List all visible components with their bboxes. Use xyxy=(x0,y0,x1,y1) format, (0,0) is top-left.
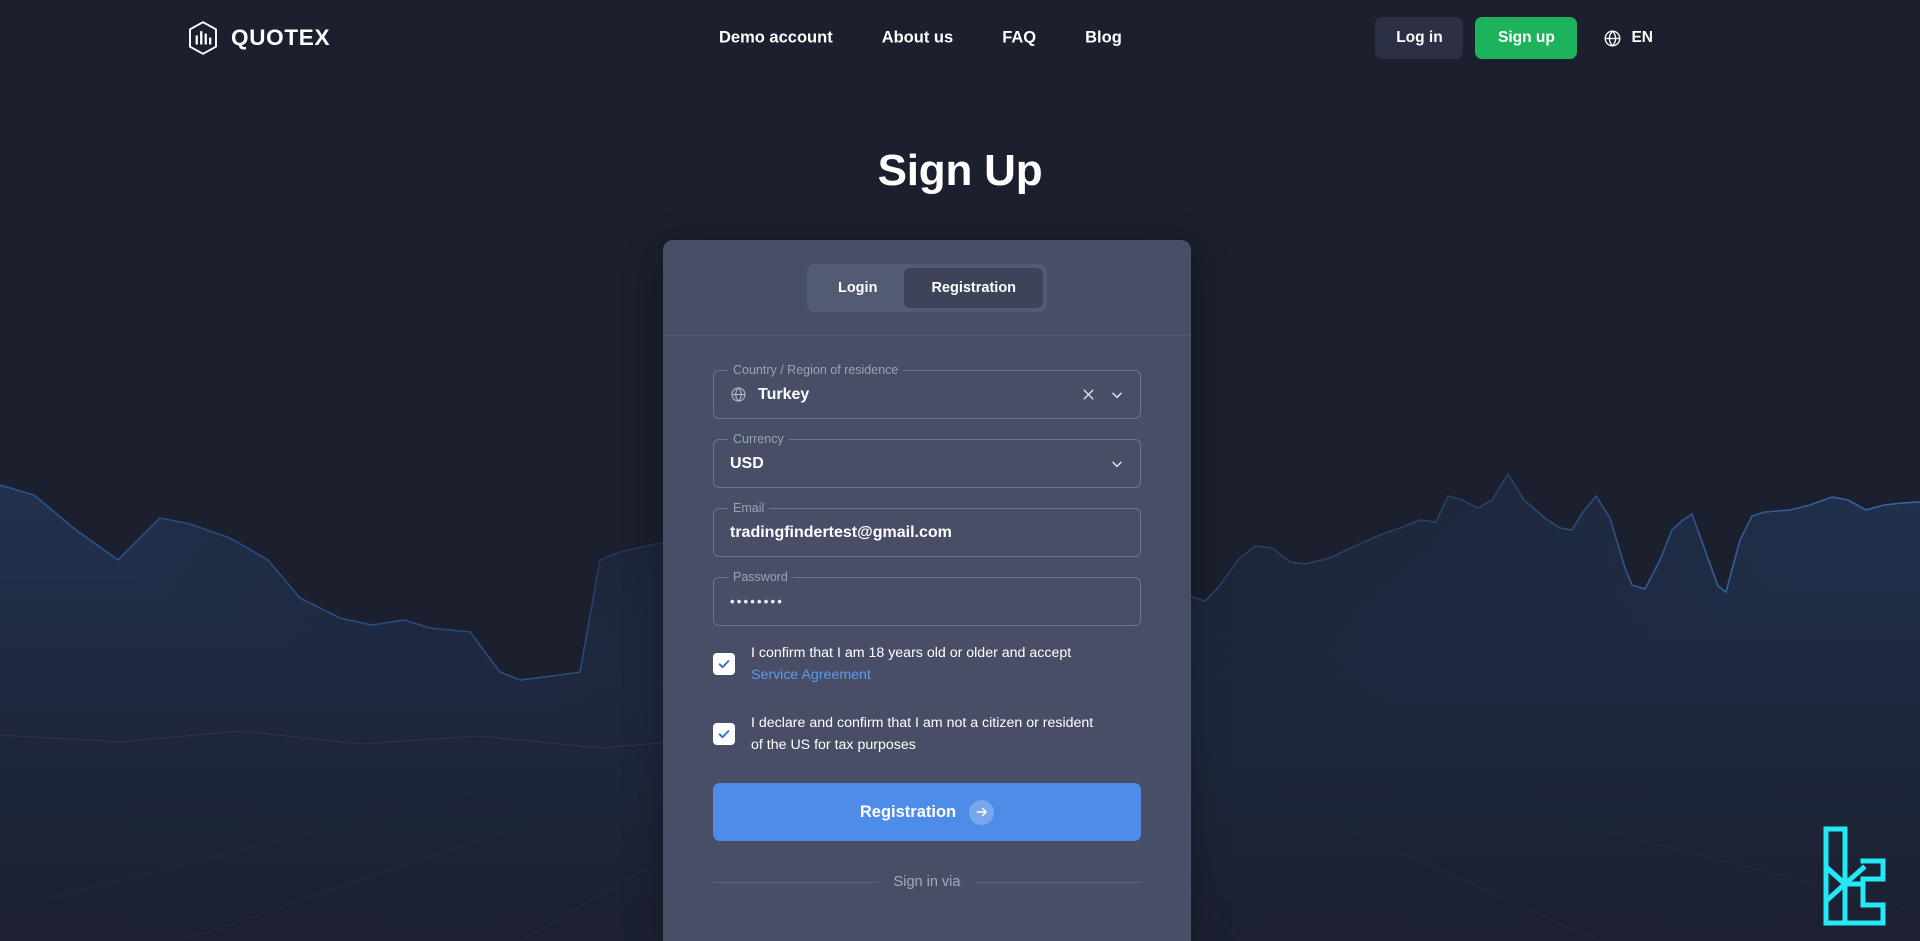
auth-actions: Log in Sign up EN xyxy=(1375,17,1653,59)
checkbox-us-citizen-declaration[interactable] xyxy=(713,723,735,745)
consent-us-citizen-label: I declare and confirm that I am not a ci… xyxy=(751,715,1094,753)
brand-logo[interactable]: QUOTEX xyxy=(188,21,330,55)
tab-login[interactable]: Login xyxy=(811,268,904,308)
tab-registration[interactable]: Registration xyxy=(904,267,1044,308)
registration-submit-button[interactable]: Registration xyxy=(713,783,1141,841)
divider-rule-left xyxy=(713,881,878,883)
service-agreement-link[interactable]: Service Agreement xyxy=(751,667,871,683)
divider-rule-right xyxy=(976,881,1141,883)
page-title: Sign Up xyxy=(877,146,1043,195)
auth-tabs-pill: Login Registration xyxy=(806,263,1048,312)
auth-tabs: Login Registration xyxy=(663,240,1191,336)
registration-form: Country / Region of residence Turkey Cur… xyxy=(663,336,1191,890)
close-icon[interactable] xyxy=(1081,387,1096,402)
quotex-hexagon-logo-icon xyxy=(188,21,218,55)
email-field[interactable]: Email tradingfindertest@gmail.com xyxy=(713,502,1141,557)
site-header: QUOTEX Demo account About us FAQ Blog Lo… xyxy=(0,0,1920,76)
brand-logo-text: QUOTEX xyxy=(231,25,331,50)
signup-page: QUOTEX Demo account About us FAQ Blog Lo… xyxy=(0,0,1920,941)
auth-card: Login Registration Country / Region of r… xyxy=(663,240,1191,941)
consent-row-us-citizen: I declare and confirm that I am not a ci… xyxy=(713,713,1141,756)
consent-age-text: I confirm that I am 18 years old or olde… xyxy=(751,645,1072,661)
nav-about-us[interactable]: About us xyxy=(882,29,954,48)
consent-age-label: I confirm that I am 18 years old or olde… xyxy=(751,643,1096,686)
language-code: EN xyxy=(1631,29,1653,46)
sign-up-button[interactable]: Sign up xyxy=(1475,17,1578,59)
country-field[interactable]: Country / Region of residence Turkey xyxy=(713,364,1141,419)
globe-icon xyxy=(730,386,747,403)
consent-row-age: I confirm that I am 18 years old or olde… xyxy=(713,643,1141,686)
arrow-right-icon xyxy=(969,799,995,825)
country-field-value: Turkey xyxy=(758,385,810,403)
sign-in-via-text: Sign in via xyxy=(893,874,961,890)
globe-icon xyxy=(1603,29,1622,48)
email-field-value: tradingfindertest@gmail.com xyxy=(730,523,952,541)
nav-faq[interactable]: FAQ xyxy=(1002,29,1036,48)
chevron-down-icon[interactable] xyxy=(1109,456,1125,472)
checkbox-age-confirmation[interactable] xyxy=(713,653,735,675)
main-navigation: Demo account About us FAQ Blog xyxy=(719,29,1122,48)
language-selector[interactable]: EN xyxy=(1603,29,1653,48)
registration-submit-label: Registration xyxy=(859,802,957,821)
nav-demo-account[interactable]: Demo account xyxy=(719,29,833,48)
consent-checkboxes: I confirm that I am 18 years old or olde… xyxy=(713,643,1141,756)
sign-in-via-divider: Sign in via xyxy=(713,874,1141,890)
log-in-button[interactable]: Log in xyxy=(1375,17,1464,59)
password-field-value: •••••••• xyxy=(730,594,785,609)
currency-field[interactable]: Currency USD xyxy=(713,433,1141,488)
password-field[interactable]: Password •••••••• xyxy=(713,571,1141,626)
chevron-down-icon[interactable] xyxy=(1109,387,1125,403)
nav-blog[interactable]: Blog xyxy=(1085,29,1122,48)
tradingfinder-watermark-logo xyxy=(1802,821,1894,931)
currency-field-value: USD xyxy=(730,454,764,472)
